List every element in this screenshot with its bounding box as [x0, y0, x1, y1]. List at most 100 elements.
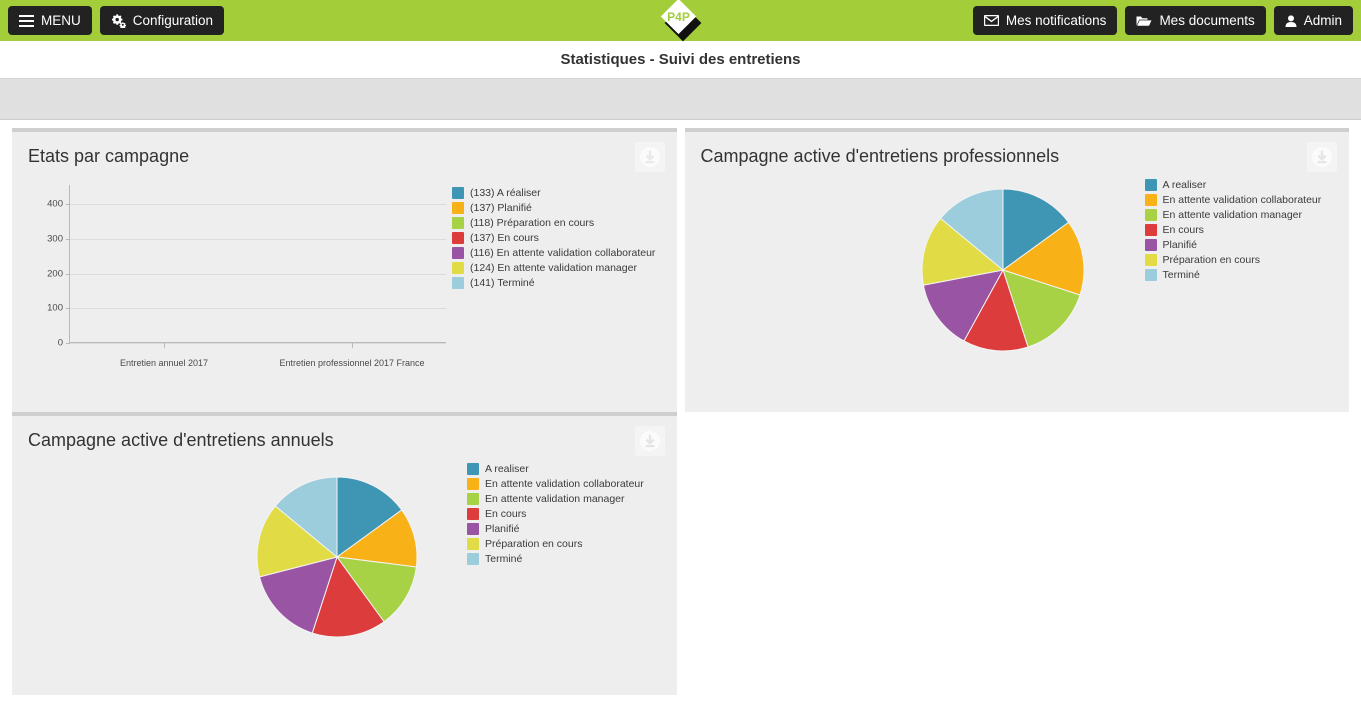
notifications-button-label: Mes notifications — [1005, 13, 1107, 28]
legend-swatch — [452, 277, 464, 289]
configuration-button-label: Configuration — [132, 13, 214, 28]
panel-body-pie-annuels: A realiser En attente validation collabor… — [12, 457, 677, 672]
legend-swatch — [467, 523, 479, 535]
download-circle-icon — [639, 146, 661, 168]
legend-item[interactable]: En cours — [1144, 224, 1322, 236]
legend-label: (116) En attente validation collaborateu… — [470, 247, 656, 259]
admin-button[interactable]: Admin — [1273, 6, 1353, 35]
download-button-campagne-annuels[interactable] — [634, 426, 665, 456]
legend-swatch — [452, 247, 464, 259]
legend-item[interactable]: Planifié — [467, 523, 644, 535]
nav-right-group: Mes notifications Mes documents Admin — [972, 6, 1353, 35]
legend-swatch — [1144, 239, 1157, 251]
app-logo[interactable]: P4P — [658, 0, 704, 44]
legend-item[interactable]: (116) En attente validation collaborateu… — [452, 247, 655, 259]
legend-label: (118) Préparation en cours — [470, 217, 595, 229]
configuration-button[interactable]: Configuration — [99, 6, 225, 35]
bar-chart-y-tick-label: 400 — [47, 198, 63, 210]
page-title: Statistiques - Suivi des entretiens — [560, 51, 801, 68]
dashboard-content: Etats par campagne 0 100 200 300 400 Entretie… — [0, 120, 1361, 695]
bar-chart-x-tick — [164, 343, 165, 348]
documents-button[interactable]: Mes documents — [1125, 6, 1266, 35]
legend-item[interactable]: (141) Terminé — [452, 277, 655, 289]
pie-chart-annuels[interactable]: A realiserEn attente validation collabor… — [12, 457, 467, 672]
legend-item[interactable]: En attente validation manager — [1144, 209, 1322, 221]
bar-chart-y-tick-label: 300 — [47, 233, 63, 245]
legend-swatch — [1144, 209, 1157, 221]
legend-label: (133) A réaliser — [470, 187, 541, 199]
legend-label: En attente validation manager — [1162, 209, 1303, 221]
legend-swatch — [452, 202, 464, 214]
bar-chart-x-tick-label: Entretien professionnel 2017 France — [279, 358, 425, 368]
legend-label: Terminé — [485, 553, 523, 565]
legend-swatch — [452, 217, 464, 229]
legend-swatch — [452, 187, 464, 199]
legend-item[interactable]: En attente validation collaborateur — [1144, 194, 1322, 206]
bar-chart-group: Entretien professionnel 2017 France — [258, 187, 446, 368]
legend-label: En cours — [485, 508, 527, 520]
legend-label: Planifié — [485, 523, 520, 535]
legend-label: Terminé — [1162, 269, 1200, 281]
legend-item[interactable]: (137) Planifié — [452, 202, 655, 214]
legend-item[interactable]: (124) En attente validation manager — [452, 262, 655, 274]
legend-swatch — [1144, 269, 1157, 281]
bar-chart-group: Entretien annuel 2017 — [70, 187, 258, 368]
bar-chart-y-tick-label: 200 — [47, 268, 63, 280]
download-button-campagne-professionnels[interactable] — [1307, 142, 1337, 172]
legend-item[interactable]: Terminé — [1144, 269, 1322, 281]
bar-chart-gridline — [70, 343, 446, 344]
column-right-top: Campagne active d'entretiens professionn… — [681, 128, 1354, 412]
legend-swatch — [1144, 254, 1157, 266]
legend-item[interactable]: En attente validation manager — [467, 493, 644, 505]
documents-button-label: Mes documents — [1159, 13, 1255, 28]
legend-label: En cours — [1162, 224, 1204, 236]
legend-swatch — [1144, 194, 1157, 206]
column-left-bottom: Campagne active d'entretiens annuels A r… — [8, 412, 681, 695]
bar-chart-x-tick — [352, 343, 353, 348]
legend-swatch — [1144, 179, 1157, 191]
panel-title-campagne-annuels: Campagne active d'entretiens annuels — [28, 430, 334, 450]
download-circle-icon — [639, 430, 661, 452]
legend-label: En attente validation collaborateur — [485, 478, 644, 490]
notifications-button[interactable]: Mes notifications — [972, 6, 1118, 35]
panel-header: Campagne active d'entretiens annuels — [12, 416, 677, 457]
bar-chart-bars: Entretien annuel 2017 Entretien professio… — [70, 187, 446, 368]
legend-item[interactable]: A realiser — [1144, 179, 1322, 191]
secondary-toolbar — [0, 79, 1361, 120]
legend-item[interactable]: A realiser — [467, 463, 644, 475]
legend-item[interactable]: En cours — [467, 508, 644, 520]
panel-body-pie-professionnels: A realiser En attente validation collabor… — [685, 173, 1350, 373]
legend-swatch — [467, 463, 479, 475]
legend-swatch — [467, 538, 479, 550]
svg-text:P4P: P4P — [667, 10, 690, 24]
legend-label: En attente validation collaborateur — [1162, 194, 1322, 206]
legend-item[interactable]: Planifié — [1144, 239, 1322, 251]
legend-label: (124) En attente validation manager — [470, 262, 637, 274]
legend-item[interactable]: Préparation en cours — [1144, 254, 1322, 266]
bar-chart-y-tick-label: 0 — [57, 337, 63, 349]
page-title-bar: Statistiques - Suivi des entretiens — [0, 41, 1361, 79]
bar-chart-legend: (133) A réaliser (137) Planifié (118) Prép… — [452, 179, 655, 379]
legend-label: A realiser — [485, 463, 529, 475]
menu-button-label: MENU — [41, 13, 81, 28]
bar-chart-y-tick — [66, 343, 70, 344]
legend-item[interactable]: Terminé — [467, 553, 644, 565]
envelope-icon — [983, 15, 999, 26]
stacked-bar-chart[interactable]: 0 100 200 300 400 Entretien annuel 2017 Entret… — [12, 179, 452, 379]
menu-button[interactable]: MENU — [8, 6, 92, 35]
legend-item[interactable]: Préparation en cours — [467, 538, 644, 550]
top-navigation-bar: MENU Configuration P4P Mes notifications… — [0, 0, 1361, 44]
legend-item[interactable]: (133) A réaliser — [452, 187, 655, 199]
download-button-etats-par-campagne[interactable] — [634, 142, 665, 172]
bar-chart-x-tick-label: Entretien annuel 2017 — [119, 358, 209, 368]
panel-title-etats-par-campagne: Etats par campagne — [28, 146, 190, 166]
legend-label: En attente validation manager — [485, 493, 625, 505]
legend-item[interactable]: En attente validation collaborateur — [467, 478, 644, 490]
legend-item[interactable]: (137) En cours — [452, 232, 655, 244]
legend-item[interactable]: (118) Préparation en cours — [452, 217, 655, 229]
legend-label: Préparation en cours — [1162, 254, 1260, 266]
pie-chart-legend-annuels: A realiser En attente validation collabor… — [467, 457, 644, 565]
panel-campagne-active-annuels: Campagne active d'entretiens annuels A r… — [12, 412, 677, 695]
pie-chart-professionnels[interactable]: A realiserEn attente validation collabor… — [685, 173, 1145, 373]
legend-swatch — [1144, 224, 1157, 236]
